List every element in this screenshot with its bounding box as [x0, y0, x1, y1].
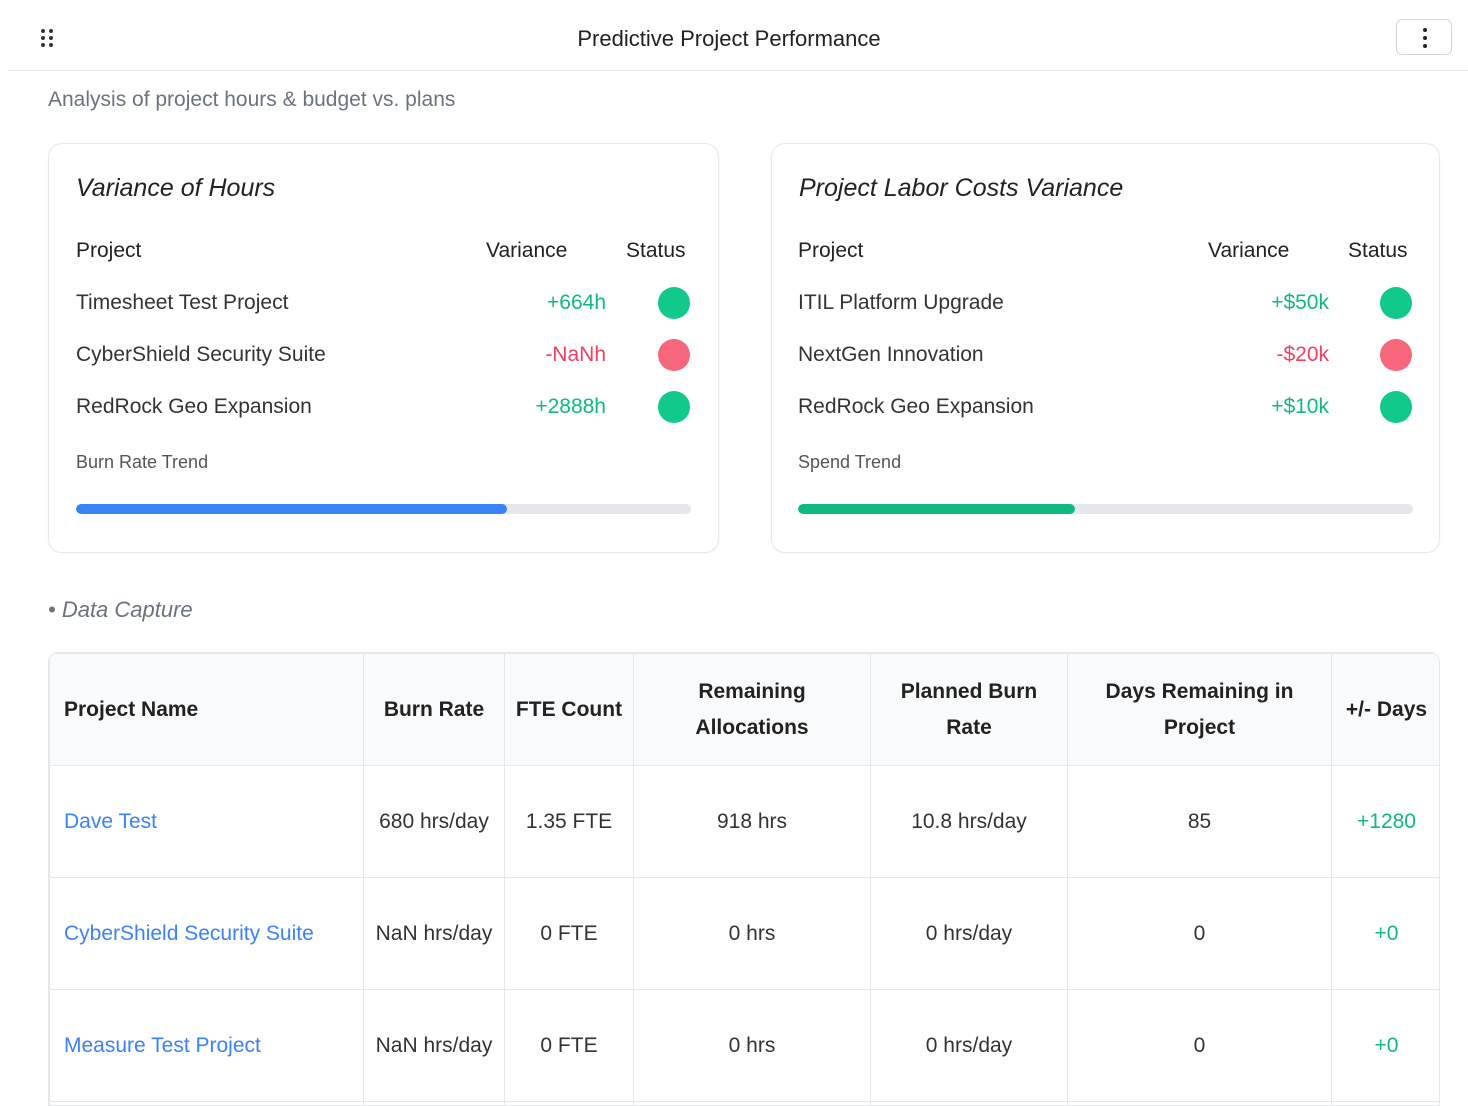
column-header-variance: Variance: [1208, 239, 1290, 262]
status-indicator: [658, 287, 690, 319]
burn-rate-trend-fill: [76, 504, 507, 514]
variance-value: -NaNh: [545, 343, 606, 366]
column-header-project: Project: [76, 239, 142, 262]
project-name: RedRock Geo Expansion: [798, 395, 1034, 418]
project-name: NextGen Innovation: [798, 343, 984, 366]
burn-rate-trend-bar: [76, 504, 691, 514]
column-header-project-name[interactable]: Project Name: [49, 653, 364, 766]
table-header-row: Project Name Burn Rate FTE Count Remaini…: [49, 653, 1439, 766]
burn-rate-cell: NaN hrs/day: [363, 989, 505, 1102]
plus-minus-days-cell: +0: [1331, 989, 1439, 1102]
fte-count-cell: 0 FTE: [504, 989, 634, 1102]
spend-trend-bar: [798, 504, 1413, 514]
column-header-plus-minus-days[interactable]: +/- Days: [1331, 653, 1439, 766]
column-header-burn-rate[interactable]: Burn Rate: [363, 653, 505, 766]
column-header-fte-count[interactable]: FTE Count: [504, 653, 634, 766]
table-row: Dave Test 680 hrs/day 1.35 FTE 918 hrs 1…: [49, 765, 1439, 878]
burn-rate-trend-label: Burn Rate Trend: [76, 452, 209, 472]
project-name: ITIL Platform Upgrade: [798, 291, 1004, 314]
planned-burn-rate-cell: 0 hrs/day: [870, 877, 1068, 990]
project-name: CyberShield Security Suite: [76, 343, 326, 366]
column-header-days-remaining[interactable]: Days Remaining in Project: [1067, 653, 1332, 766]
performance-widget: Predictive Project Performance Analysis …: [8, 6, 1468, 1106]
spend-trend-fill: [798, 504, 1075, 514]
column-header-planned-burn-rate[interactable]: Planned Burn Rate: [870, 653, 1068, 766]
days-remaining-cell: 0: [1067, 989, 1332, 1102]
project-name-link[interactable]: Dave Test: [49, 765, 364, 878]
fte-count-cell: 0 FTE: [504, 877, 634, 990]
widget-title: Predictive Project Performance: [577, 26, 881, 51]
table-row: [49, 1101, 1439, 1105]
column-header-status: Status: [1348, 239, 1408, 262]
data-capture-label: • Data Capture: [48, 597, 193, 622]
column-header-project: Project: [798, 239, 864, 262]
variance-value: -$20k: [1276, 343, 1329, 366]
column-header-remaining-allocations[interactable]: Remaining Allocations: [633, 653, 871, 766]
planned-burn-rate-cell: 0 hrs/day: [870, 989, 1068, 1102]
status-indicator: [658, 339, 690, 371]
plus-minus-days-cell: +1280: [1331, 765, 1439, 878]
remaining-allocations-cell: 0 hrs: [633, 989, 871, 1102]
card-title: Variance of Hours: [76, 174, 276, 202]
labor-costs-variance-card: Project Labor Costs Variance Project Var…: [771, 143, 1440, 553]
widget-subtitle: Analysis of project hours & budget vs. p…: [48, 88, 456, 111]
project-name-link[interactable]: Measure Test Project: [49, 989, 364, 1102]
column-header-variance: Variance: [486, 239, 568, 262]
plus-minus-days-cell: +0: [1331, 877, 1439, 990]
data-capture-table: Project Name Burn Rate FTE Count Remaini…: [48, 652, 1440, 1106]
variance-value: +$50k: [1271, 291, 1329, 314]
more-menu-button[interactable]: [1396, 19, 1452, 55]
status-indicator: [1380, 339, 1412, 371]
widget-header: Predictive Project Performance: [8, 6, 1468, 71]
status-indicator: [1380, 287, 1412, 319]
table-row: CyberShield Security Suite NaN hrs/day 0…: [49, 877, 1439, 990]
project-name-link[interactable]: CyberShield Security Suite: [49, 877, 364, 990]
project-name: Timesheet Test Project: [76, 291, 289, 314]
status-indicator: [1380, 391, 1412, 423]
fte-count-cell: 1.35 FTE: [504, 765, 634, 878]
status-indicator: [658, 391, 690, 423]
project-name: RedRock Geo Expansion: [76, 395, 312, 418]
burn-rate-cell: NaN hrs/day: [363, 877, 505, 990]
planned-burn-rate-cell: 10.8 hrs/day: [870, 765, 1068, 878]
more-vertical-icon: [1423, 28, 1427, 32]
variance-value: +2888h: [535, 395, 606, 418]
variance-value: +$10k: [1271, 395, 1329, 418]
card-title: Project Labor Costs Variance: [799, 174, 1124, 202]
hours-variance-card: Variance of Hours Project Variance Statu…: [48, 143, 719, 553]
remaining-allocations-cell: 0 hrs: [633, 877, 871, 990]
remaining-allocations-cell: 918 hrs: [633, 765, 871, 878]
days-remaining-cell: 0: [1067, 877, 1332, 990]
variance-value: +664h: [547, 291, 606, 314]
column-header-status: Status: [626, 239, 686, 262]
days-remaining-cell: 85: [1067, 765, 1332, 878]
spend-trend-label: Spend Trend: [798, 452, 902, 472]
burn-rate-cell: 680 hrs/day: [363, 765, 505, 878]
table-row: Measure Test Project NaN hrs/day 0 FTE 0…: [49, 989, 1439, 1102]
